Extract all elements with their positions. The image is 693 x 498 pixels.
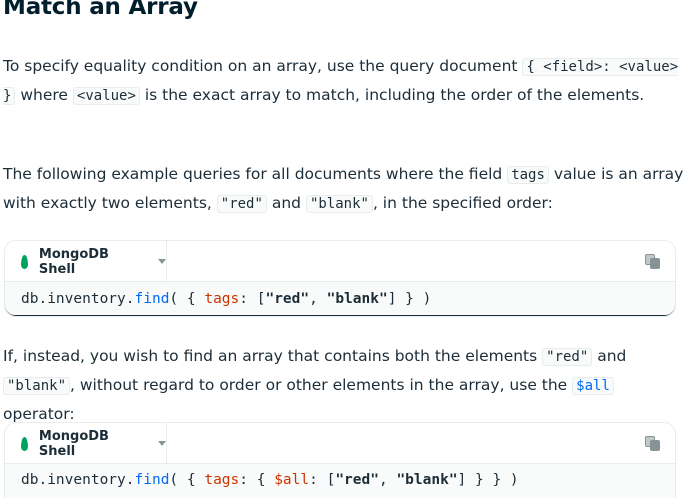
inline-code: "blank" [3,377,71,395]
code-token: tags [204,290,240,307]
text: is the exact array to match, including t… [139,86,645,104]
text: where [15,86,73,104]
code-token: tags [204,472,240,488]
code-block: MongoDB Shell db.inventory. find( { tags:… [4,240,676,317]
code-block-header: MongoDB Shell [5,423,675,464]
text: , without regard to order or other eleme… [70,376,573,394]
code-token: "blank" [396,472,458,488]
code-token: db.inventory. [21,290,135,307]
copy-icon[interactable] [645,254,661,270]
code-content[interactable]: db.inventory. find( { tags: { $all: ["red… [5,463,675,498]
mongodb-leaf-icon [21,436,28,451]
code-token: , [378,472,397,488]
language-selector[interactable]: MongoDB Shell [5,423,167,464]
code-token: ( { [169,472,205,488]
copy-icon[interactable] [645,436,661,452]
text: operator: [3,405,75,423]
chevron-down-icon [158,441,166,446]
code-token: $all [274,472,310,488]
inline-code: tags [507,166,549,184]
text: If, instead, you wish to find an array t… [3,347,543,365]
inline-code: "red" [542,348,593,366]
code-token: ] } } ) [457,472,519,488]
text: , in the specified order: [372,194,553,212]
code-token: db.inventory. [21,472,135,488]
code-block-header: MongoDB Shell [5,241,675,282]
inline-code: "blank" [305,195,373,213]
code-token: : [ [309,472,336,488]
paragraph-example: The following example queries for all do… [3,160,689,218]
code-token: : [ [239,290,266,307]
text: The following example queries for all do… [3,165,508,183]
code-token: "blank" [326,290,388,307]
code-content[interactable]: db.inventory. find( { tags: ["red", "blan… [5,281,675,316]
text: To specify equality condition on an arra… [3,57,523,75]
code-token: : { [239,472,275,488]
paragraph-all-operator: If, instead, you wish to find an array t… [3,342,689,428]
inline-code: "red" [216,195,267,213]
code-token: ] } ) [387,290,432,307]
mongodb-leaf-icon [21,254,28,269]
code-block: MongoDB Shell db.inventory. find( { tags:… [4,422,676,498]
text: and [266,194,306,212]
code-token: "red" [265,290,310,307]
code-token: ( { [169,290,205,307]
inline-code: <value> [72,87,140,105]
all-operator-link[interactable]: $all [572,377,614,395]
chevron-down-icon [158,259,166,264]
language-selector[interactable]: MongoDB Shell [5,241,167,282]
code-token: , [309,290,327,307]
code-token: find [134,290,170,307]
page-heading: Match an Array [3,0,198,20]
code-token: find [134,472,170,488]
language-label: MongoDB Shell [38,246,109,277]
text: and [592,347,627,365]
code-token: "red" [335,472,379,488]
paragraph-intro: To specify equality condition on an arra… [3,52,689,110]
language-label: MongoDB Shell [38,428,109,459]
